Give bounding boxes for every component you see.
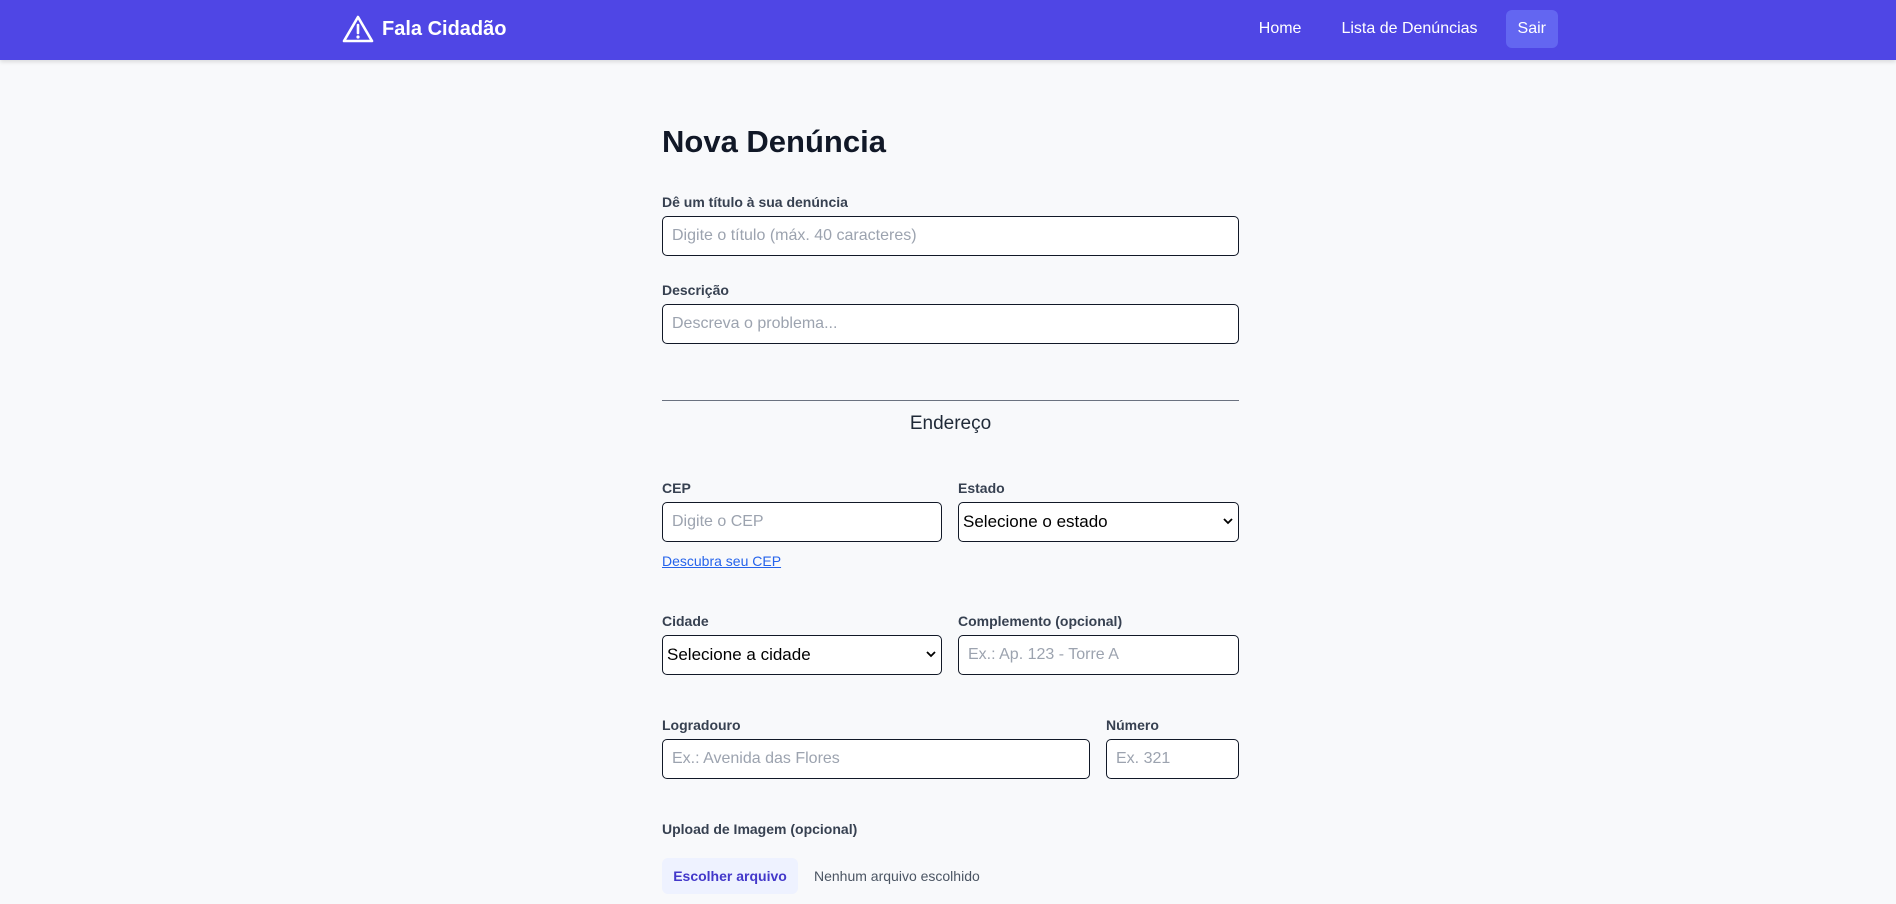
complemento-label: Complemento (opcional) — [958, 613, 1123, 629]
nav-links: Home Lista de Denúncias Sair — [1231, 9, 1558, 49]
titulo-placeholder: Digite o título (máx. 40 caracteres) — [672, 227, 917, 244]
cidade-select[interactable]: Selecione a cidade — [662, 635, 942, 675]
address-section-title: Endereço — [909, 413, 992, 434]
numero-input[interactable]: Ex. 321 — [1106, 739, 1239, 779]
find-cep-link[interactable]: Descubra seu CEP — [662, 553, 781, 569]
file-status-text: Nenhum arquivo escolhido — [814, 868, 980, 884]
cidade-selected-value: Selecione a cidade — [667, 645, 811, 664]
estado-select[interactable]: Selecione o estado — [958, 502, 1239, 542]
brand-name: Fala Cidadão — [382, 17, 507, 40]
titulo-input[interactable]: Digite o título (máx. 40 caracteres) — [662, 216, 1239, 256]
complemento-placeholder: Ex.: Ap. 123 - Torre A — [968, 646, 1119, 663]
descricao-placeholder: Descreva o problema... — [672, 315, 838, 332]
estado-label: Estado — [958, 480, 1005, 496]
chevron-down-icon — [1222, 512, 1234, 532]
cep-input[interactable]: Digite o CEP — [662, 502, 942, 542]
nav-logout-button[interactable]: Sair — [1505, 10, 1558, 48]
estado-selected-value: Selecione o estado — [963, 512, 1108, 531]
cep-placeholder: Digite o CEP — [672, 513, 764, 530]
navbar: Fala Cidadão Home Lista de Denúncias Sai… — [0, 0, 1896, 60]
nav-home-link[interactable]: Home — [1247, 10, 1314, 48]
nav-denuncias-link[interactable]: Lista de Denúncias — [1329, 10, 1489, 48]
numero-label: Número — [1106, 717, 1159, 733]
logradouro-label: Logradouro — [662, 717, 741, 733]
cidade-label: Cidade — [662, 613, 709, 629]
cep-label: CEP — [662, 480, 691, 496]
complemento-input[interactable]: Ex.: Ap. 123 - Torre A — [958, 635, 1239, 675]
logradouro-input[interactable]: Ex.: Avenida das Flores — [662, 739, 1090, 779]
page-title: Nova Denúncia — [662, 124, 886, 159]
section-divider — [662, 400, 1239, 401]
chevron-down-icon — [925, 645, 937, 665]
upload-label: Upload de Imagem (opcional) — [662, 821, 858, 837]
brand[interactable]: Fala Cidadão — [342, 13, 506, 45]
logradouro-placeholder: Ex.: Avenida das Flores — [672, 750, 840, 767]
descricao-input[interactable]: Descreva o problema... — [662, 304, 1239, 344]
numero-placeholder: Ex. 321 — [1116, 750, 1171, 767]
warning-icon — [342, 14, 374, 44]
descricao-label: Descrição — [662, 282, 729, 298]
titulo-label: Dê um título à sua denúncia — [662, 194, 848, 210]
choose-file-button[interactable]: Escolher arquivo — [662, 858, 798, 894]
